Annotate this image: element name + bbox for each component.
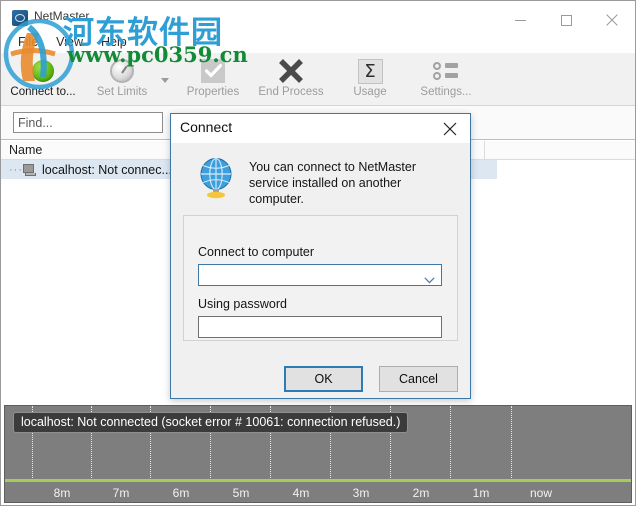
toolbar-label-settings: Settings...	[420, 86, 472, 98]
search-input[interactable]	[13, 112, 163, 133]
traffic-chart-panel: 8m 7m 6m 5m 4m 3m 2m 1m now localhost: N…	[4, 405, 632, 503]
toolbar-button-properties[interactable]: Properties	[168, 57, 258, 103]
chart-tick-label: 3m	[352, 486, 370, 500]
chevron-down-icon[interactable]	[424, 271, 435, 289]
toolbar-button-connect-to[interactable]: Connect to...	[1, 57, 88, 103]
chart-tick-label: 1m	[472, 486, 490, 500]
gauge-icon	[77, 57, 167, 85]
netmaster-window: NetMaster File View Help Connect to... S…	[0, 0, 636, 506]
chart-tick-label: 5m	[232, 486, 250, 500]
toolbar-label-connect-to: Connect to...	[10, 86, 76, 98]
toolbar: Connect to... Set Limits Properties End …	[1, 53, 635, 106]
toolbar-label-end-process: End Process	[258, 86, 324, 98]
dialog-message: You can connect to NetMaster service ins…	[249, 160, 416, 206]
menu-bar: File View Help	[1, 31, 635, 53]
label-using-password: Using password	[198, 297, 287, 311]
green-circle-icon	[1, 57, 88, 85]
chart-baseline	[5, 479, 631, 482]
ok-button[interactable]: OK	[284, 366, 363, 392]
status-badge: localhost: Not connected (socket error #…	[13, 412, 409, 433]
chart-tick-label: now	[529, 486, 552, 500]
column-divider[interactable]	[484, 141, 485, 160]
chart-tick-label: 2m	[412, 486, 430, 500]
netmaster-app-icon	[12, 10, 28, 26]
label-connect-to-computer: Connect to computer	[198, 245, 315, 259]
password-field[interactable]	[198, 316, 442, 338]
toolbar-button-settings[interactable]: Settings...	[401, 57, 491, 103]
globe-icon	[197, 157, 235, 199]
checkmark-icon	[168, 57, 258, 85]
toolbar-button-end-process[interactable]: End Process	[246, 57, 336, 103]
window-title: NetMaster	[34, 9, 90, 23]
dialog-title: Connect	[180, 119, 233, 135]
dialog-title-bar: Connect	[171, 114, 470, 143]
menu-item-file[interactable]: File	[9, 33, 47, 51]
toolbar-button-set-limits[interactable]: Set Limits	[77, 57, 167, 103]
chart-gridline	[450, 406, 451, 478]
connect-dialog: Connect You can connect to NetMaster ser…	[170, 113, 471, 399]
toolbar-label-properties: Properties	[186, 86, 240, 98]
cancel-button[interactable]: Cancel	[379, 366, 458, 392]
toolbar-label-set-limits: Set Limits	[96, 86, 148, 98]
column-header-name[interactable]: Name	[9, 143, 42, 157]
chart-tick-label: 7m	[112, 486, 130, 500]
x-cross-icon	[246, 57, 336, 85]
settings-list-icon	[401, 57, 491, 85]
close-icon[interactable]	[430, 114, 470, 143]
chart-tick-label: 4m	[292, 486, 310, 500]
tree-connector-icon: ····	[9, 163, 28, 176]
chart-tick-label: 8m	[53, 486, 71, 500]
chart-gridline	[511, 406, 512, 478]
table-cell-name: localhost: Not connec...	[42, 162, 172, 177]
dialog-body: You can connect to NetMaster service ins…	[171, 143, 470, 398]
computer-icon	[23, 163, 38, 176]
menu-item-help[interactable]: Help	[92, 33, 136, 51]
computer-combobox[interactable]	[198, 264, 442, 286]
chart-tick-label: 6m	[172, 486, 190, 500]
menu-item-view[interactable]: View	[47, 33, 92, 51]
